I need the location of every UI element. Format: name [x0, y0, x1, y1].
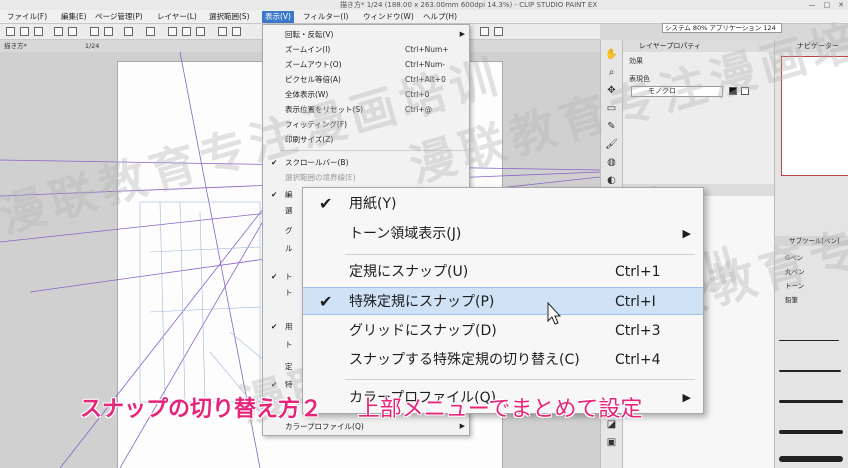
menu-item-fit-all[interactable]: 全体表示(W) Ctrl+0 — [263, 87, 469, 102]
menu-window[interactable]: ウィンドウ(W) — [360, 11, 417, 23]
memory-status: システム 80% アプリケーション 124 — [662, 23, 782, 33]
new-file-icon[interactable] — [6, 27, 15, 36]
display-color-label: 表現色 — [629, 75, 650, 83]
airbrush-tool-icon[interactable]: ◍ — [605, 156, 618, 169]
copy-icon[interactable] — [90, 27, 99, 36]
menu-help[interactable]: ヘルプ(H) — [420, 11, 460, 23]
menu-item-zoom-in[interactable]: ズームイン(I) Ctrl+Num+ — [263, 42, 469, 57]
check-icon: ✔ — [271, 380, 278, 389]
check-icon: ✔ — [319, 194, 333, 213]
display-color-select[interactable]: モノクロ — [631, 86, 723, 97]
window-controls: — □ ✕ — [809, 0, 845, 10]
subtool-pencil[interactable]: 鉛筆 — [785, 294, 798, 304]
submenu-item-switch-special-ruler[interactable]: スナップする特殊定規の切り替え(C) Ctrl+4 — [303, 346, 703, 374]
mouse-cursor-icon — [547, 302, 561, 325]
selection-icon[interactable] — [168, 27, 177, 36]
blend-tool-icon[interactable]: ◐ — [605, 174, 618, 187]
layer-property-header[interactable]: レイヤープロパティ — [623, 40, 775, 52]
submenu-item-snap-grid[interactable]: グリッドにスナップ(D) Ctrl+3 — [303, 317, 703, 345]
maximize-button[interactable]: □ — [824, 0, 831, 10]
redo-icon[interactable] — [68, 27, 77, 36]
submenu-item-snap-ruler[interactable]: 定規にスナップ(U) Ctrl+1 — [303, 258, 703, 286]
zoom-tool-icon[interactable]: ⌕ — [605, 66, 618, 79]
subtool-header[interactable]: サブツール[ペン] — [775, 236, 848, 246]
navigator-thumbnail[interactable] — [781, 56, 848, 176]
menu-item-reset-view[interactable]: 表示位置をリセット(S) Ctrl+@ — [263, 102, 469, 117]
pen-tool-icon[interactable]: ✎ — [605, 120, 618, 133]
submenu-arrow-icon: ▶ — [459, 30, 465, 38]
menu-item-fitting[interactable]: フィッティング(F) — [263, 117, 469, 132]
title-bar: 描き方* 1/24 (188.00 x 263.00mm 600dpi 14.3… — [0, 0, 848, 10]
selection-tool-icon[interactable]: ▭ — [605, 102, 618, 115]
window-title: 描き方* 1/24 (188.00 x 263.00mm 600dpi 14.3… — [340, 1, 598, 9]
minimize-button[interactable]: — — [809, 0, 816, 10]
check-icon: ✔ — [271, 190, 278, 199]
menu-separator — [345, 254, 695, 255]
menu-layer[interactable]: レイヤー(L) — [154, 11, 200, 23]
brush-tool-icon[interactable]: 🖌 — [605, 138, 618, 151]
menu-item-print-size[interactable]: 印刷サイズ(Z) — [263, 132, 469, 147]
caption-subtitle: 上部メニューでまとめて設定 — [357, 397, 643, 422]
caption-title: スナップの切り替え方２ — [80, 397, 323, 422]
snap-submenu: ✔ 用紙(Y) トーン領域表示(J) ▶ 定規にスナップ(U) Ctrl+1 ✔ 特殊定… — [302, 187, 704, 414]
brush-stroke-preview — [779, 370, 841, 372]
undo-icon[interactable] — [54, 27, 63, 36]
submenu-item-paper[interactable]: ✔ 用紙(Y) — [303, 190, 703, 218]
menu-item-rotate-flip[interactable]: 回転・反転(V) ▶ — [263, 27, 469, 42]
close-button[interactable]: ✕ — [838, 0, 844, 10]
menu-separator — [281, 150, 467, 151]
menu-item-scrollbar[interactable]: ✔ スクロールバー(B) — [263, 155, 469, 170]
transform-icon[interactable] — [124, 27, 133, 36]
menu-item-selection-border: 選択範囲の境界線(E) — [285, 173, 356, 182]
color-swatch-white[interactable] — [741, 87, 749, 95]
brush-stroke-preview — [779, 400, 843, 403]
subtool-maru-pen[interactable]: 丸ペン — [785, 266, 805, 276]
navigator-panel: ナビゲーター サブツール[ペン] Gペン 丸ペン トーン 鉛筆 — [774, 40, 848, 468]
subtool-g-pen[interactable]: Gペン — [785, 252, 803, 262]
ruler-icon[interactable] — [218, 27, 227, 36]
fill-icon[interactable] — [146, 27, 155, 36]
open-file-icon[interactable] — [20, 27, 29, 36]
menu-view[interactable]: 表示(V) — [262, 11, 294, 23]
document-tab[interactable]: 描き方* 1/24 — [4, 41, 99, 51]
check-icon: ✔ — [271, 322, 278, 331]
document-name: 描き方* — [4, 42, 27, 50]
menu-file[interactable]: ファイル(F) — [4, 11, 50, 23]
crop-icon[interactable] — [196, 27, 205, 36]
tutorial-caption: スナップの切り替え方２ 上部メニューでまとめて設定 — [80, 396, 642, 424]
color-swatch-black[interactable] — [729, 87, 737, 95]
paste-icon[interactable] — [104, 27, 113, 36]
save-icon[interactable] — [34, 27, 43, 36]
move-tool-icon[interactable]: ✥ — [605, 84, 618, 97]
display-icon[interactable] — [480, 27, 489, 36]
menu-page[interactable]: ページ管理(P) — [92, 11, 146, 23]
menu-bar: ファイル(F) 編集(E) ページ管理(P) レイヤー(L) 選択範囲(S) 表… — [0, 10, 848, 33]
menu-selection[interactable]: 選択範囲(S) — [206, 11, 253, 23]
menu-edit[interactable]: 編集(E) — [58, 11, 90, 23]
menu-filter[interactable]: フィルター(I) — [300, 11, 351, 23]
navigator-header[interactable]: ナビゲーター — [775, 40, 848, 52]
check-icon: ✔ — [271, 158, 278, 167]
subtool-tone[interactable]: トーン — [785, 280, 804, 290]
submenu-arrow-icon: ▶ — [682, 391, 691, 404]
text-tool-icon[interactable]: ▣ — [605, 436, 618, 449]
page-indicator: 1/24 — [84, 42, 100, 50]
menu-item-actual-pixels[interactable]: ピクセル等倍(A) Ctrl+Alt+0 — [263, 72, 469, 87]
effect-label: 効果 — [629, 57, 643, 65]
cut-icon[interactable] — [182, 27, 191, 36]
brush-stroke-preview — [779, 340, 839, 341]
submenu-item-snap-special-ruler[interactable]: ✔ 特殊定規にスナップ(P) Ctrl+I — [303, 287, 703, 315]
check-icon: ✔ — [271, 272, 278, 281]
snap-icon[interactable] — [232, 27, 241, 36]
submenu-arrow-icon: ▶ — [682, 227, 691, 240]
hand-tool-icon[interactable]: ✋ — [605, 48, 618, 61]
grid-icon[interactable] — [494, 27, 503, 36]
check-icon: ✔ — [319, 292, 333, 311]
submenu-item-tone-area[interactable]: トーン領域表示(J) ▶ — [303, 220, 703, 248]
brush-stroke-preview — [779, 456, 843, 462]
menu-item-zoom-out[interactable]: ズームアウト(O) Ctrl+Num- — [263, 57, 469, 72]
menu-separator — [345, 379, 695, 380]
brush-stroke-preview — [779, 430, 843, 434]
